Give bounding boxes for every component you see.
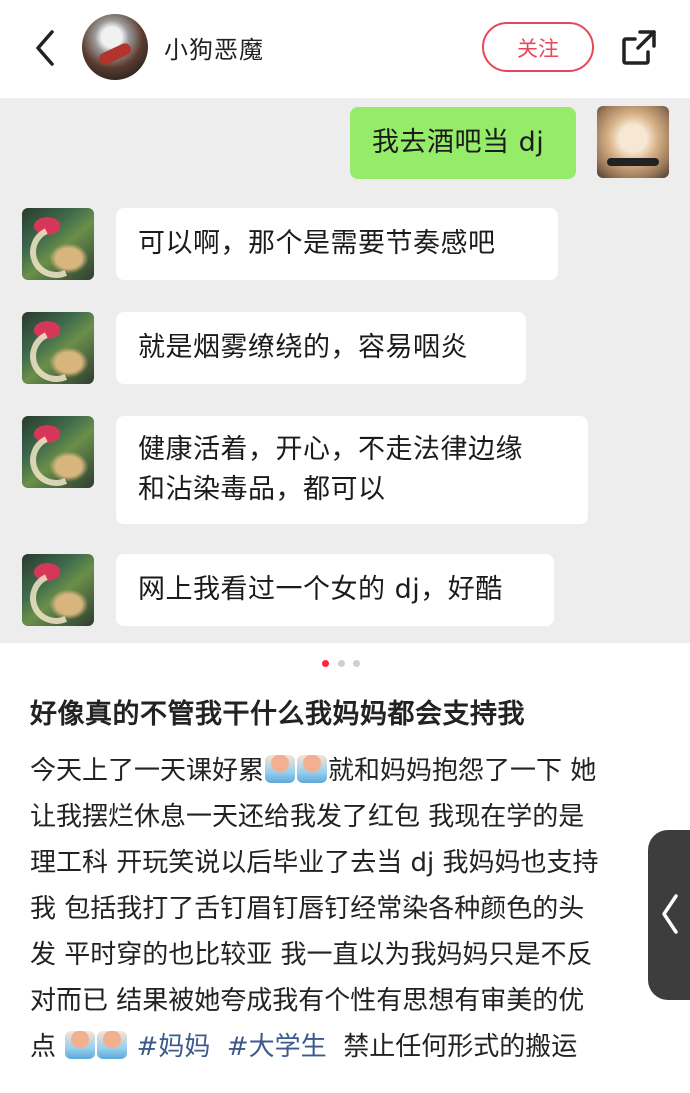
crying-emoji-icon [265, 755, 296, 783]
share-icon[interactable] [620, 28, 658, 66]
crying-emoji-icon [65, 1031, 96, 1059]
post-title: 好像真的不管我干什么我妈妈都会支持我 [30, 699, 525, 730]
follow-button[interactable]: 关注 [482, 22, 594, 72]
post-line: 对而已 结果被她夸成我有个性有思想有审美的优 [30, 986, 585, 1016]
post-text: 禁止任何形式的搬运 [343, 1032, 578, 1062]
hashtag-link[interactable]: #妈妈 [137, 1032, 211, 1062]
side-drawer-handle[interactable] [648, 830, 690, 1000]
crying-emoji-icon [97, 1031, 128, 1059]
art-avatar [22, 416, 94, 488]
chevron-left-icon[interactable] [30, 28, 60, 68]
post-body: 今天上了一天课好累 就和妈妈抱怨了一下 她 让我摆烂休息一天还给我发了红包 我现在… [30, 748, 660, 1070]
message-text: 我去酒吧当 dj [372, 127, 545, 158]
hashtag-link[interactable]: #大学生 [227, 1032, 327, 1062]
art-avatar [22, 208, 94, 280]
carousel-dot [353, 660, 360, 667]
post-line: 今天上了一天课好累 就和妈妈抱怨了一下 她 [30, 748, 660, 794]
chat-screenshot[interactable]: 我去酒吧当 dj 可以啊，那个是需要节奏感吧 就是烟雾缭绕的，容易咽炎 健康活着… [0, 98, 690, 643]
carousel-indicator [0, 658, 690, 668]
carousel-dot [338, 660, 345, 667]
message-bubble-received: 网上我看过一个女的 dj，好酷 [116, 554, 554, 626]
carousel-dot-active [322, 660, 329, 667]
post-line: 发 平时穿的也比较亚 我一直以为我妈妈只是不反 [30, 940, 593, 970]
art-avatar [22, 554, 94, 626]
chevron-left-icon [662, 894, 678, 934]
message-text: 网上我看过一个女的 dj，好酷 [138, 574, 503, 605]
post-line: 我 包括我打了舌钉眉钉唇钉经常染各种颜色的头 [30, 894, 585, 924]
message-text: 和沾染毒品，都可以 [138, 474, 386, 505]
message-text: 可以啊，那个是需要节奏感吧 [138, 228, 496, 259]
post-line: 理工科 开玩笑说以后毕业了去当 dj 我妈妈也支持 [30, 848, 599, 878]
avatar[interactable] [82, 14, 148, 80]
message-bubble-sent: 我去酒吧当 dj [350, 107, 576, 179]
message-text: 就是烟雾缭绕的，容易咽炎 [138, 332, 468, 363]
post-line: 点 #妈妈 #大学生 禁止任何形式的搬运 [30, 1024, 660, 1070]
crying-emoji-icon [297, 755, 328, 783]
post-line: 让我摆烂休息一天还给我发了红包 我现在学的是 [30, 802, 585, 832]
post-text: 就和妈妈抱怨了一下 她 [328, 756, 597, 786]
post-text: 点 [30, 1032, 57, 1062]
top-bar: 小狗恶魔 关注 [0, 0, 690, 98]
message-bubble-received: 健康活着，开心，不走法律边缘 和沾染毒品，都可以 [116, 416, 588, 524]
message-bubble-received: 就是烟雾缭绕的，容易咽炎 [116, 312, 526, 384]
username[interactable]: 小狗恶魔 [164, 30, 264, 65]
post-text: 今天上了一天课好累 [30, 756, 265, 786]
message-text: 健康活着，开心，不走法律边缘 [138, 434, 523, 465]
message-bubble-received: 可以啊，那个是需要节奏感吧 [116, 208, 558, 280]
art-avatar [22, 312, 94, 384]
cat-avatar [597, 106, 669, 178]
